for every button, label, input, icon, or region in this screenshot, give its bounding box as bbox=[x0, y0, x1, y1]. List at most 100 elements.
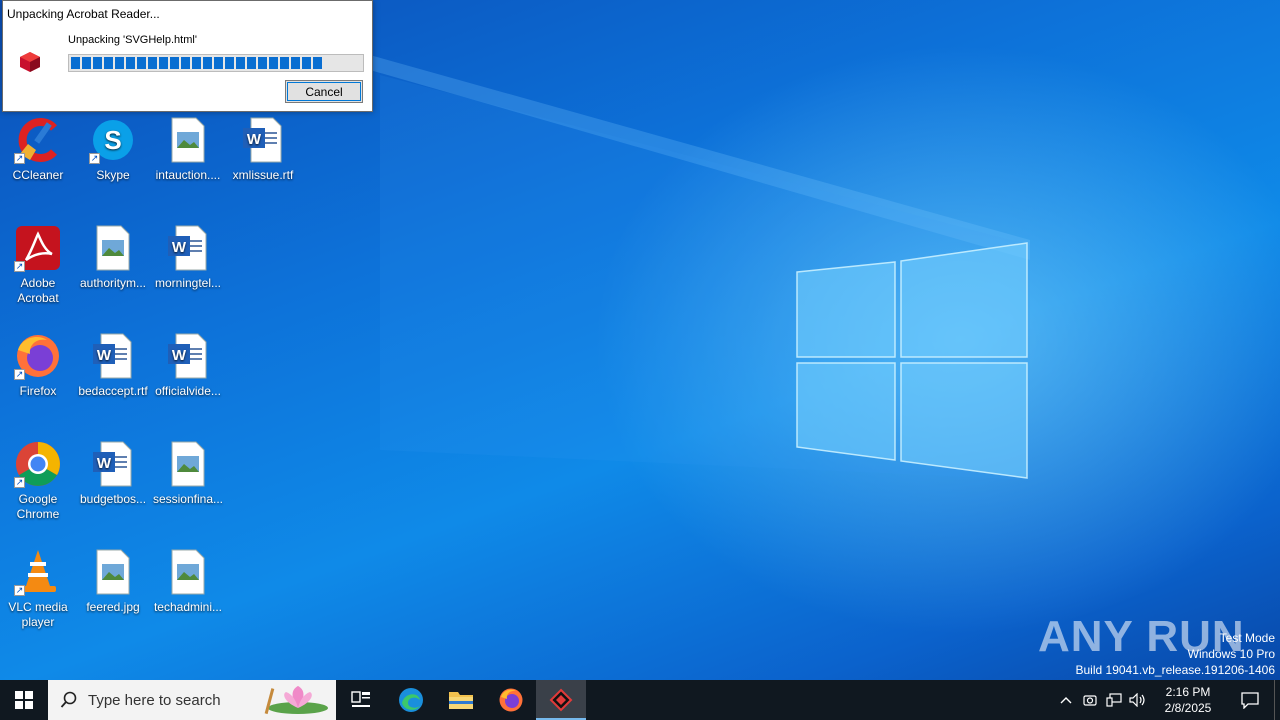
cancel-button[interactable]: Cancel bbox=[285, 80, 363, 103]
desktop-icon[interactable]: authoritym... bbox=[75, 224, 151, 291]
progress-segment bbox=[137, 57, 146, 69]
desktop-icon[interactable]: Wbudgetbos... bbox=[75, 440, 151, 507]
progress-segment bbox=[258, 57, 267, 69]
taskbar-file-explorer[interactable] bbox=[436, 680, 486, 720]
progress-segment bbox=[280, 57, 289, 69]
windows-logo-icon bbox=[15, 691, 33, 709]
desktop-icon[interactable]: Wbedaccept.rtf bbox=[75, 332, 151, 399]
progress-segment bbox=[71, 57, 80, 69]
firefox-icon bbox=[499, 688, 523, 712]
desktop-icon-label: CCleaner bbox=[12, 168, 64, 182]
shortcut-arrow-icon: ↗ bbox=[14, 477, 25, 488]
shortcut-arrow-icon: ↗ bbox=[14, 585, 25, 596]
unpacking-dialog: Unpacking Acrobat Reader... Unpacking 'S… bbox=[2, 0, 373, 112]
svg-text:W: W bbox=[247, 131, 262, 148]
word-document-icon: W bbox=[89, 440, 137, 488]
chevron-up-icon bbox=[1060, 697, 1072, 704]
progress-segment bbox=[93, 57, 102, 69]
search-highlight-lotus-icon bbox=[264, 686, 328, 715]
desktop-icon[interactable]: feered.jpg bbox=[75, 548, 151, 615]
desktop-icon[interactable]: Wofficialvide... bbox=[150, 332, 226, 399]
shortcut-arrow-icon: ↗ bbox=[14, 369, 25, 380]
desktop-icon-label: Skype bbox=[96, 168, 130, 182]
shortcut-arrow-icon: ↗ bbox=[89, 153, 100, 164]
taskbar-clock[interactable]: 2:16 PM 2/8/2025 bbox=[1150, 684, 1226, 716]
taskbar-firefox[interactable] bbox=[486, 680, 536, 720]
progress-segment bbox=[302, 57, 311, 69]
desktop-icon-label: xmlissue.rtf bbox=[232, 168, 294, 182]
desktop-icon[interactable]: ↗ Adobe Acrobat bbox=[0, 224, 76, 306]
action-center-button[interactable] bbox=[1226, 680, 1274, 720]
svg-text:W: W bbox=[172, 239, 187, 256]
desktop-icon[interactable]: sessionfina... bbox=[150, 440, 226, 507]
chrome-icon: ↗ bbox=[14, 440, 62, 488]
svg-text:S: S bbox=[104, 125, 121, 155]
desktop-icon-label: morningtel... bbox=[154, 276, 222, 290]
word-document-icon: W bbox=[89, 332, 137, 380]
desktop-icon[interactable]: Wmorningtel... bbox=[150, 224, 226, 291]
search-icon bbox=[60, 691, 77, 708]
network-button[interactable] bbox=[1102, 680, 1126, 720]
desktop-icon[interactable]: ↗ Google Chrome bbox=[0, 440, 76, 522]
taskbar-edge[interactable] bbox=[386, 680, 436, 720]
svg-text:W: W bbox=[172, 347, 187, 364]
progress-segment bbox=[170, 57, 179, 69]
desktop-icon-label: VLC media player bbox=[8, 600, 68, 629]
desktop-icon[interactable]: S ↗ Skype bbox=[75, 116, 151, 183]
test-mode-watermark: Test Mode Windows 10 Pro Build 19041.vb_… bbox=[1076, 630, 1276, 678]
progress-fill bbox=[71, 57, 361, 69]
image-file-icon bbox=[164, 116, 212, 164]
show-desktop-button[interactable] bbox=[1274, 680, 1280, 720]
svg-text:W: W bbox=[97, 455, 112, 472]
vlc-icon: ↗ bbox=[14, 548, 62, 596]
adobe-acrobat-icon: ↗ bbox=[14, 224, 62, 272]
image-file-icon bbox=[89, 224, 137, 272]
desktop-icon-label: budgetbos... bbox=[79, 492, 147, 506]
progress-segment bbox=[192, 57, 201, 69]
start-button[interactable] bbox=[0, 680, 48, 720]
word-document-icon: W bbox=[164, 224, 212, 272]
watermark-line3: Build 19041.vb_release.191206-1406 bbox=[1075, 663, 1276, 677]
desktop-icon[interactable]: ↗ Firefox bbox=[0, 332, 76, 399]
skype-icon: S ↗ bbox=[89, 116, 137, 164]
progress-segment bbox=[214, 57, 223, 69]
clock-date: 2/8/2025 bbox=[1164, 701, 1212, 715]
edge-icon bbox=[399, 688, 423, 712]
progress-segment bbox=[203, 57, 212, 69]
show-hidden-icons-button[interactable] bbox=[1054, 680, 1078, 720]
progress-segment bbox=[236, 57, 245, 69]
task-view-icon bbox=[351, 691, 370, 707]
taskbar: Type here to search 2:16 PM 2/8/2025 bbox=[0, 680, 1280, 720]
search-placeholder: Type here to search bbox=[88, 691, 221, 709]
desktop-icon[interactable]: ↗ CCleaner bbox=[0, 116, 76, 183]
progress-segment bbox=[104, 57, 113, 69]
dialog-title: Unpacking Acrobat Reader... bbox=[7, 7, 160, 21]
unpack-progress-bar bbox=[68, 54, 364, 72]
volume-button[interactable] bbox=[1126, 680, 1150, 720]
taskbar-search-box[interactable]: Type here to search bbox=[48, 680, 336, 720]
desktop-icon[interactable]: techadmini... bbox=[150, 548, 226, 615]
taskbar-installer[interactable] bbox=[536, 680, 586, 720]
progress-segment bbox=[269, 57, 278, 69]
tray-app-button[interactable] bbox=[1078, 680, 1102, 720]
desktop-icon-label: officialvide... bbox=[155, 384, 221, 398]
progress-segment bbox=[181, 57, 190, 69]
desktop-icon[interactable]: Wxmlissue.rtf bbox=[225, 116, 301, 183]
desktop-icon[interactable]: intauction.... bbox=[150, 116, 226, 183]
network-icon bbox=[1106, 693, 1122, 707]
desktop-icon-label: Google Chrome bbox=[16, 492, 60, 521]
installer-icon bbox=[20, 52, 40, 72]
desktop-icon-label: authoritym... bbox=[79, 276, 147, 290]
desktop-icon-label: Firefox bbox=[19, 384, 57, 398]
notification-icon bbox=[1241, 692, 1259, 709]
watermark-line2: Windows 10 Pro bbox=[1187, 647, 1275, 661]
camera-icon bbox=[1083, 695, 1097, 706]
ccleaner-icon: ↗ bbox=[14, 116, 62, 164]
progress-segment bbox=[247, 57, 256, 69]
desktop-icon[interactable]: ↗ VLC media player bbox=[0, 548, 76, 630]
desktop-icon-label: Adobe Acrobat bbox=[17, 276, 59, 305]
word-document-icon: W bbox=[164, 332, 212, 380]
progress-segment bbox=[225, 57, 234, 69]
folder-icon bbox=[449, 692, 473, 709]
task-view-button[interactable] bbox=[336, 680, 386, 720]
